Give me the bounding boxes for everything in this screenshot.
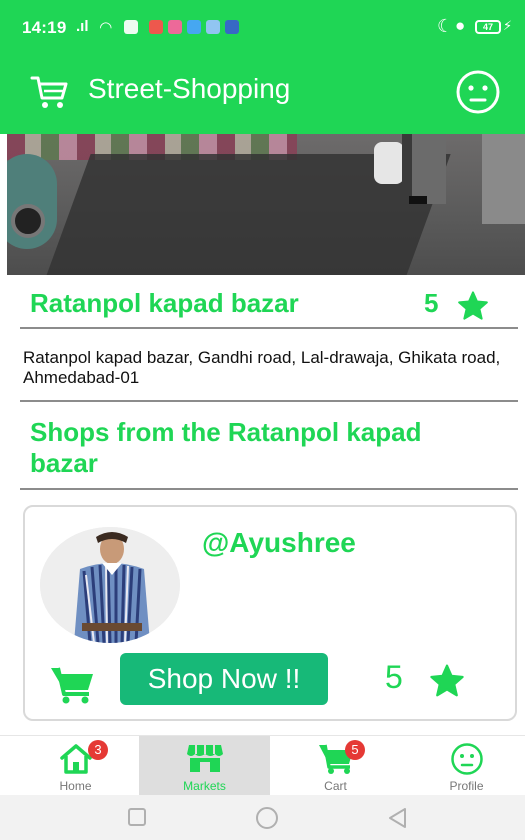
cart-badge: 5	[345, 740, 365, 760]
nav-markets[interactable]: Markets	[139, 736, 270, 796]
nav-profile[interactable]: Profile	[401, 736, 525, 796]
shirt-model-image	[40, 527, 180, 643]
volte-icon	[124, 20, 138, 34]
market-rating: 5	[424, 288, 439, 318]
cart-outline-icon[interactable]	[30, 74, 70, 110]
top-header: 14:19 .ıl ◠ ☾ ● 47 ⚡ Street-Shopping	[0, 0, 525, 134]
market-photo	[7, 134, 525, 275]
instagram-icon	[168, 20, 182, 34]
nav-label: Markets	[183, 779, 226, 793]
status-time: 14:19	[22, 18, 67, 37]
shop-avatar[interactable]	[40, 527, 180, 643]
store-icon	[186, 745, 223, 772]
app-notification-icon	[225, 20, 239, 34]
back-icon[interactable]	[386, 806, 408, 830]
star-icon	[458, 291, 488, 320]
shop-now-button[interactable]: Shop Now !!	[120, 653, 328, 705]
shop-handle[interactable]: @Ayushree	[202, 527, 356, 559]
smiley-face-icon[interactable]	[455, 69, 501, 115]
app-notification-icon	[187, 20, 201, 34]
nav-label: Profile	[449, 779, 484, 793]
bottom-navigation: 3 Home Markets 5 Cart Profile	[0, 735, 525, 796]
shop-card[interactable]: @Ayushree Shop Now !! 5	[23, 505, 517, 721]
gallery-icon	[206, 20, 220, 34]
app-title: Street-Shopping	[88, 73, 291, 104]
nav-label: Cart	[324, 779, 347, 793]
recent-apps-icon[interactable]	[128, 808, 146, 826]
wifi-icon: ◠	[100, 19, 112, 36]
nav-cart[interactable]: 5 Cart	[270, 736, 401, 796]
divider	[20, 400, 518, 402]
app-bar: Street-Shopping	[0, 56, 525, 134]
battery-indicator: 47	[475, 20, 501, 34]
nav-home[interactable]: 3 Home	[10, 736, 141, 796]
signal-icon: .ıl	[76, 18, 89, 35]
divider	[20, 327, 518, 329]
alarm-icon: ●	[455, 16, 466, 35]
cart-icon[interactable]	[49, 664, 95, 704]
market-name: Ratanpol kapad bazar	[30, 288, 299, 318]
system-navigation-bar	[0, 795, 525, 840]
divider	[20, 488, 518, 490]
notification-icon	[149, 20, 163, 34]
status-bar: 14:19 .ıl ◠ ☾ ● 47 ⚡	[0, 0, 525, 56]
market-address: Ratanpol kapad bazar, Gandhi road, Lal-d…	[23, 348, 501, 387]
home-badge: 3	[88, 740, 108, 760]
moon-icon: ☾	[437, 16, 454, 36]
shop-rating: 5	[385, 659, 403, 695]
shops-heading: Shops from the Ratanpol kapad bazar	[30, 417, 422, 478]
home-button-icon[interactable]	[256, 807, 278, 829]
charging-icon: ⚡	[503, 18, 513, 33]
smiley-face-icon	[450, 743, 483, 775]
nav-label: Home	[59, 779, 92, 793]
star-icon	[430, 664, 464, 697]
